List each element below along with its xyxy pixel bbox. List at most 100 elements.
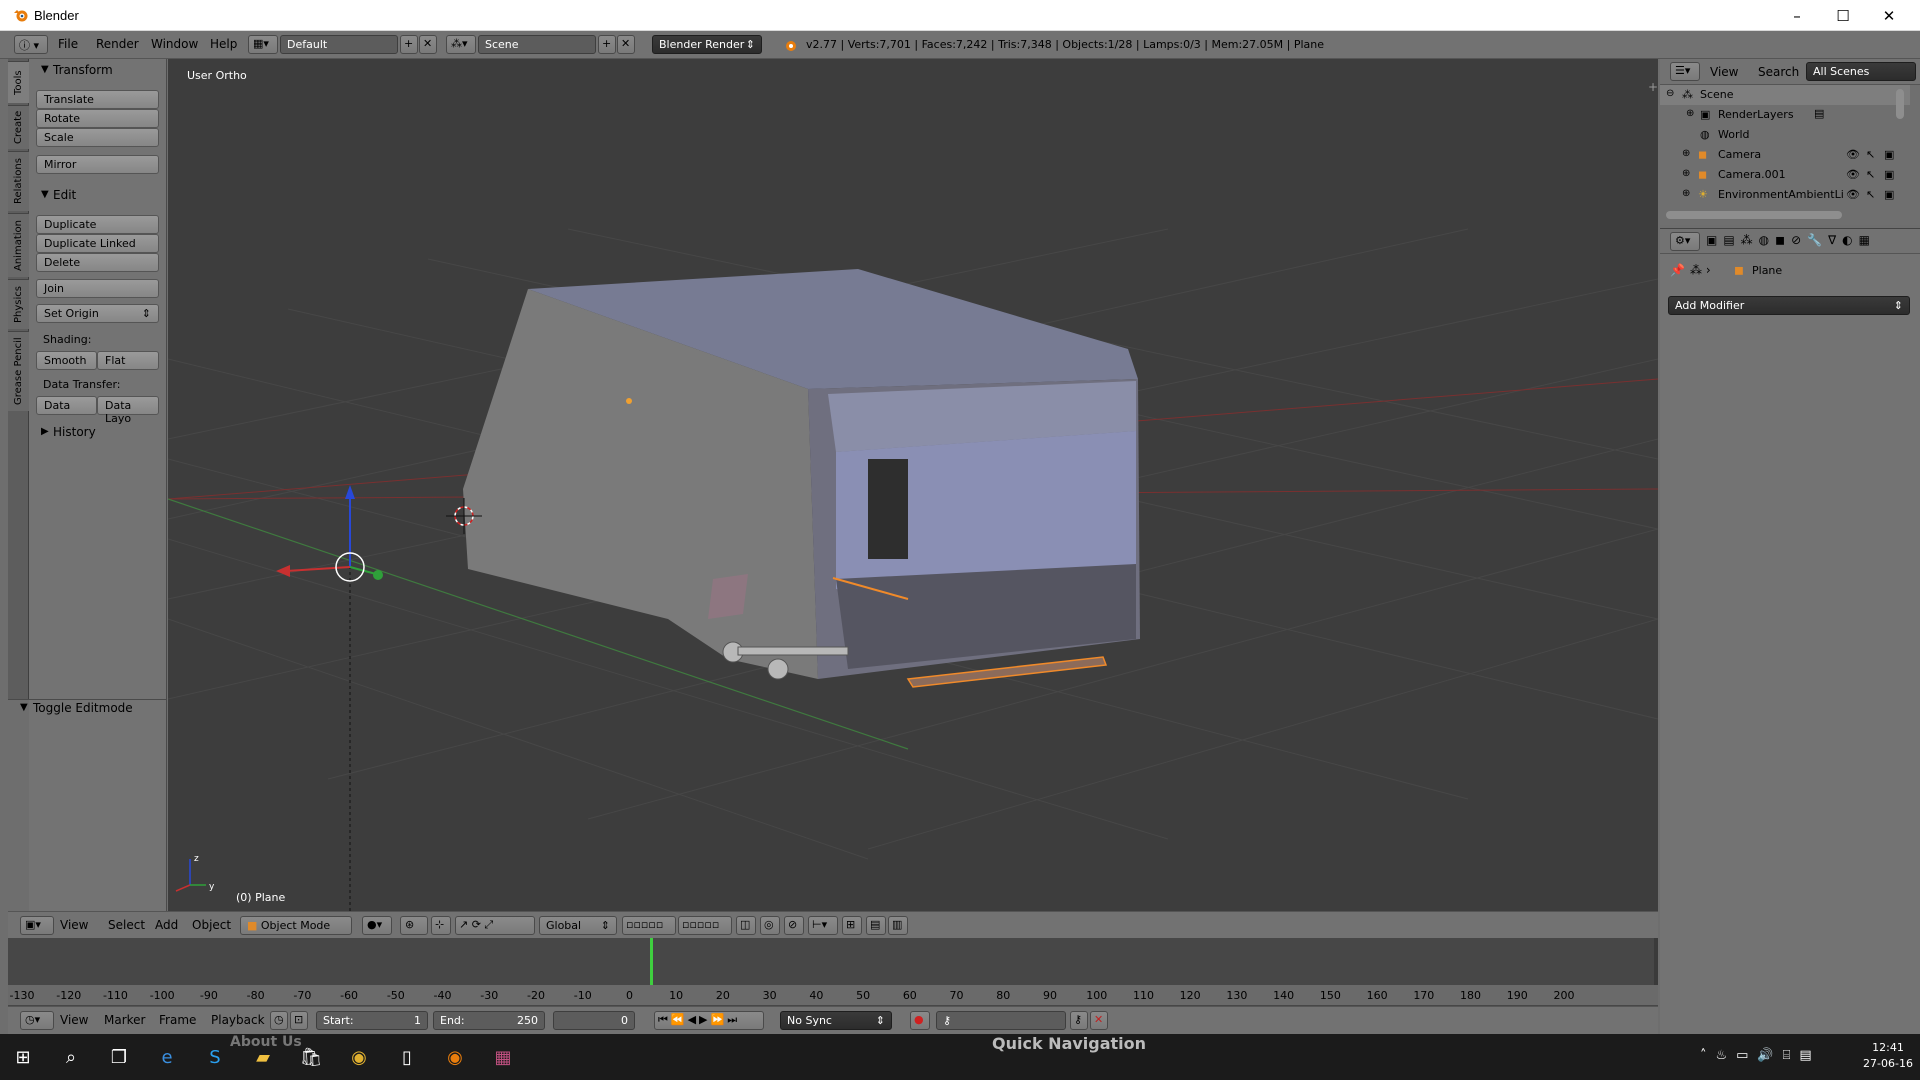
playback-controls[interactable]: ⏮⏪◀▶⏩⏭: [654, 1011, 764, 1030]
scene-field[interactable]: Scene: [478, 35, 596, 54]
tab-grease-pencil[interactable]: Grease Pencil: [8, 331, 29, 411]
preview-range-button[interactable]: ◷: [270, 1011, 288, 1030]
outliner-menu-search[interactable]: Search: [1758, 65, 1799, 79]
history-panel-header[interactable]: ▶ History: [29, 423, 167, 443]
tab-create[interactable]: Create: [8, 105, 29, 149]
snap-element-select[interactable]: ⊢▾: [808, 916, 838, 935]
keying-set-field[interactable]: ⚷: [936, 1011, 1066, 1030]
manipulator-toggle[interactable]: ⊹: [431, 916, 451, 935]
outliner-row[interactable]: ⊕ ◼ Camera.001 👁 ↖ ▣: [1660, 165, 1910, 185]
menu-file[interactable]: File: [58, 37, 78, 51]
tab-physics[interactable]: Physics: [8, 279, 29, 329]
scale-button[interactable]: Scale: [36, 128, 159, 147]
maximize-button[interactable]: ☐: [1820, 0, 1866, 31]
auto-keying-button[interactable]: ●: [910, 1011, 930, 1030]
skype-icon[interactable]: S: [200, 1042, 230, 1072]
search-icon[interactable]: ⌕: [56, 1042, 86, 1072]
delete-button[interactable]: Delete: [36, 253, 159, 272]
tab-relations[interactable]: Relations: [8, 151, 29, 211]
proportional-edit-button[interactable]: ◎: [760, 916, 780, 935]
outliner[interactable]: ⊖ ⁂ Scene ⊕ ▣ RenderLayers ▤ ◍ World ⊕ ◼…: [1660, 85, 1920, 225]
rotate-button[interactable]: Rotate: [36, 109, 159, 128]
remove-layout-button[interactable]: ✕: [419, 35, 437, 54]
lock-range-button[interactable]: ⊡: [290, 1011, 308, 1030]
selectable-arrow-icon[interactable]: ↖: [1866, 168, 1875, 181]
editor-type-outliner-button[interactable]: ☰▾: [1670, 62, 1700, 81]
sync-mode-select[interactable]: No Sync ⇕: [780, 1011, 892, 1030]
tab-tools[interactable]: Tools: [8, 61, 29, 103]
winrar-icon[interactable]: ▦: [488, 1042, 518, 1072]
editor-type-timeline-button[interactable]: ◷▾: [20, 1011, 54, 1030]
editor-type-info-button[interactable]: ⓘ ▾: [14, 35, 48, 54]
duplicate-button[interactable]: Duplicate: [36, 215, 159, 234]
task-view-icon[interactable]: ❐: [104, 1042, 134, 1072]
current-frame-field[interactable]: 0: [553, 1011, 635, 1030]
duplicate-linked-button[interactable]: Duplicate Linked: [36, 234, 159, 253]
lock-camera-button[interactable]: ◫: [736, 916, 756, 935]
opengl-anim-button[interactable]: ▥: [888, 916, 908, 935]
manipulator-modes[interactable]: ↗ ⟳ ⤢: [455, 916, 535, 935]
end-frame-field[interactable]: End: 250: [433, 1011, 545, 1030]
timeline-menu-marker[interactable]: Marker: [104, 1013, 145, 1027]
data-button[interactable]: Data: [36, 396, 97, 415]
menu-view[interactable]: View: [60, 918, 88, 932]
interaction-mode-select[interactable]: ■ Object Mode: [240, 916, 352, 935]
snap-toggle[interactable]: ⊘: [784, 916, 804, 935]
opengl-render-button[interactable]: ▤: [866, 916, 886, 935]
screen-layout-icon[interactable]: ▦▾: [248, 35, 278, 54]
notepad-icon[interactable]: ▯: [392, 1042, 422, 1072]
render-camera-icon[interactable]: ▣: [1884, 188, 1894, 201]
remove-scene-button[interactable]: ✕: [617, 35, 635, 54]
current-frame-cursor[interactable]: [650, 938, 653, 986]
outliner-row[interactable]: ◍ World: [1660, 125, 1910, 145]
timeline-menu-frame[interactable]: Frame: [159, 1013, 196, 1027]
editor-type-3d-button[interactable]: ▣▾: [20, 916, 54, 935]
menu-window[interactable]: Window: [151, 37, 198, 51]
caravan-model[interactable]: [463, 269, 1140, 688]
scene-icon[interactable]: ⁂▾: [446, 35, 476, 54]
viewport-scene[interactable]: z y +: [168, 59, 1658, 911]
selectable-arrow-icon[interactable]: ↖: [1866, 188, 1875, 201]
timeline-menu-playback[interactable]: Playback: [211, 1013, 265, 1027]
edge-browser-icon[interactable]: e: [152, 1042, 182, 1072]
transform-panel-header[interactable]: ▼ Transform: [29, 61, 167, 81]
render-engine-select[interactable]: Blender Render ⇕: [652, 35, 762, 54]
layers-row-2[interactable]: ▫▫▫▫▫: [678, 916, 732, 935]
join-button[interactable]: Join: [36, 279, 159, 298]
screen-layout-field[interactable]: Default: [280, 35, 398, 54]
outliner-menu-view[interactable]: View: [1710, 65, 1738, 79]
render-camera-icon[interactable]: ▣: [1884, 148, 1894, 161]
smooth-button[interactable]: Smooth: [36, 351, 97, 370]
menu-object[interactable]: Object: [192, 918, 231, 932]
data-layout-button[interactable]: Data Layo: [97, 396, 159, 425]
property-context-tabs[interactable]: ▣▤⁂◍◼⊘🔧∇◐▦: [1706, 233, 1876, 247]
blender-taskbar-icon[interactable]: ◉: [440, 1042, 470, 1072]
visibility-eye-icon[interactable]: 👁: [1846, 148, 1860, 161]
outliner-row[interactable]: ⊕ ▣ RenderLayers ▤: [1660, 105, 1910, 125]
render-camera-icon[interactable]: ▣: [1884, 168, 1894, 181]
insert-keyframe-button[interactable]: ⚷: [1070, 1011, 1088, 1030]
clock[interactable]: 12:41 27-06-16: [1860, 1040, 1916, 1072]
editor-type-properties-button[interactable]: ⚙▾: [1670, 232, 1700, 251]
chrome-icon[interactable]: ◉: [344, 1042, 374, 1072]
add-modifier-select[interactable]: Add Modifier ⇕: [1668, 296, 1910, 315]
menu-render[interactable]: Render: [96, 37, 139, 51]
3d-viewport[interactable]: z y + User Ortho (0) Plane: [168, 59, 1658, 911]
delete-keyframe-button[interactable]: ✕: [1090, 1011, 1108, 1030]
pin-icon[interactable]: 📌: [1670, 263, 1685, 277]
menu-select[interactable]: Select: [108, 918, 145, 932]
add-scene-button[interactable]: +: [598, 35, 616, 54]
snap-target-button[interactable]: ⊞: [842, 916, 862, 935]
start-frame-field[interactable]: Start: 1: [316, 1011, 428, 1030]
viewport-shading-select[interactable]: ●▾: [362, 916, 392, 935]
selectable-arrow-icon[interactable]: ↖: [1866, 148, 1875, 161]
visibility-eye-icon[interactable]: 👁: [1846, 168, 1860, 181]
start-windows-icon[interactable]: ⊞: [8, 1042, 38, 1072]
menu-help[interactable]: Help: [210, 37, 237, 51]
system-tray-icons[interactable]: ˄♨▭🔊⌸▤: [1700, 1048, 1821, 1063]
tab-animation[interactable]: Animation: [8, 213, 29, 277]
pivot-point-select[interactable]: ⊛: [400, 916, 428, 935]
mirror-button[interactable]: Mirror: [36, 155, 159, 174]
translate-button[interactable]: Translate: [36, 90, 159, 109]
menu-add[interactable]: Add: [155, 918, 178, 932]
